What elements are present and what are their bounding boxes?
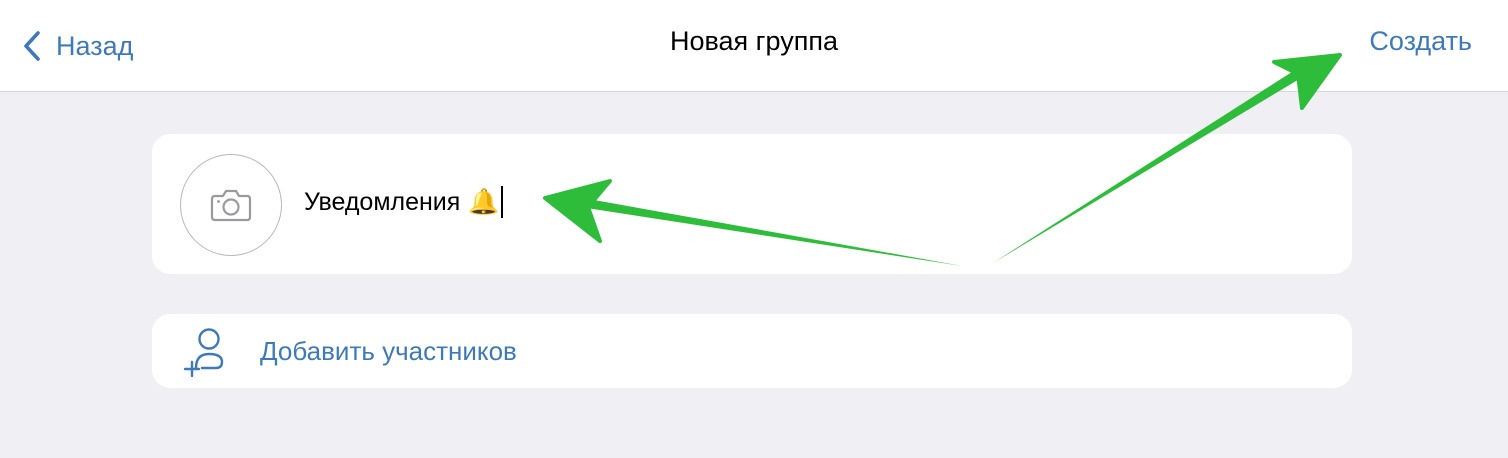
camera-icon	[210, 189, 252, 222]
add-members-label: Добавить участников	[260, 336, 517, 366]
group-name-text: Уведомления	[304, 187, 461, 216]
navigation-bar: Назад Новая группа Создать	[0, 0, 1508, 92]
add-person-icon	[183, 328, 224, 378]
group-name-input[interactable]: Уведомления 🔔	[304, 186, 504, 218]
group-info-card: Уведомления 🔔	[152, 134, 1352, 274]
create-button[interactable]: Создать	[1369, 26, 1472, 57]
page-title: Новая группа	[669, 26, 838, 56]
group-photo-button[interactable]	[180, 154, 282, 256]
text-cursor	[501, 186, 504, 218]
bell-emoji: 🔔	[468, 187, 500, 216]
add-members-button[interactable]: Добавить участников	[152, 314, 1352, 388]
